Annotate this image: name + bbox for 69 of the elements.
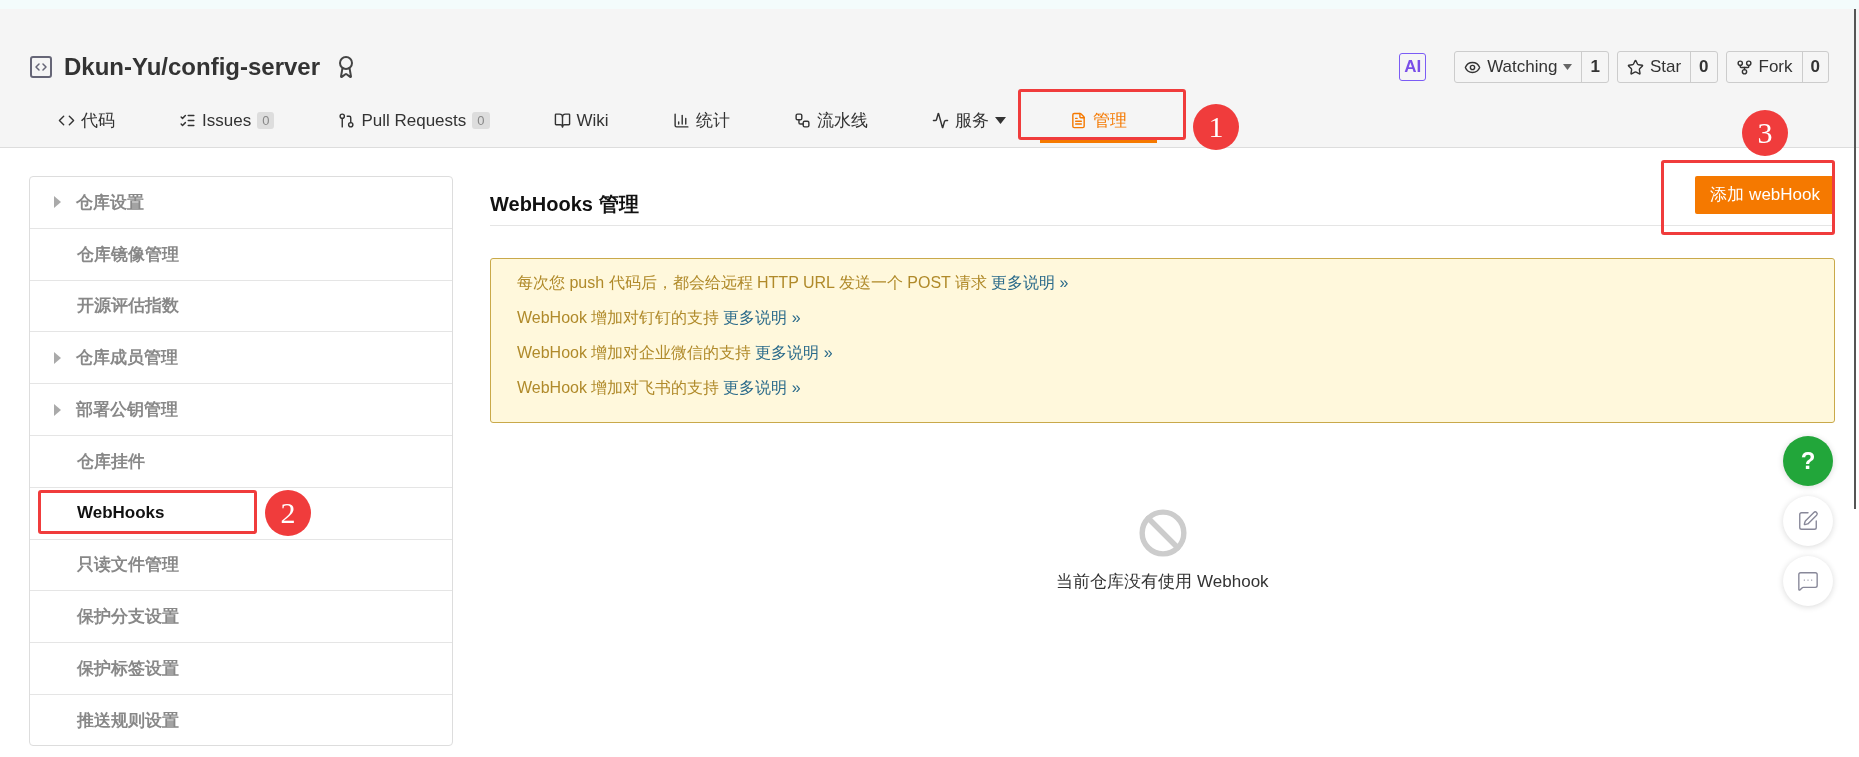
notice-text: WebHook 增加对飞书的支持: [517, 378, 720, 398]
ai-button[interactable]: AI: [1399, 53, 1427, 81]
tab-label: Pull Requests: [361, 110, 467, 131]
caret-icon: [54, 403, 61, 416]
action-label: Star: [1649, 57, 1682, 77]
action-label: Fork: [1758, 57, 1793, 77]
edit-button[interactable]: [1783, 496, 1833, 546]
document-icon: [1069, 112, 1087, 129]
more-info-link[interactable]: 更多说明 »: [723, 308, 801, 329]
action-label: Watching: [1487, 57, 1558, 77]
nav-tab[interactable]: 统计: [662, 101, 740, 143]
action-count: 0: [1690, 52, 1717, 82]
book-icon: [553, 112, 571, 129]
edit-icon: [1797, 510, 1819, 532]
notice-text: 每次您 push 代码后，都会给远程 HTTP URL 发送一个 POST 请求: [517, 273, 987, 293]
checklist-icon: [179, 112, 196, 129]
notice-text: WebHook 增加对钉钉的支持: [517, 308, 720, 328]
tab-label: 流水线: [816, 110, 868, 132]
watch-button[interactable]: Watching 1: [1454, 51, 1609, 83]
fork-button[interactable]: Fork 0: [1725, 51, 1829, 83]
nav-tab[interactable]: Wiki: [543, 101, 619, 143]
section-heading: WebHooks 管理: [490, 192, 639, 217]
sidebar-item[interactable]: 部署公钥管理: [30, 384, 452, 436]
more-info-link[interactable]: 更多说明 »: [723, 378, 801, 399]
chat-button[interactable]: [1783, 556, 1833, 606]
sidebar-item[interactable]: 仓库挂件: [30, 436, 452, 488]
sidebar-item[interactable]: 只读文件管理: [30, 539, 452, 592]
count-badge: 0: [257, 112, 275, 129]
prohibited-icon: [1137, 508, 1188, 558]
action-count: 0: [1801, 52, 1828, 82]
bar-chart-icon: [672, 112, 690, 129]
help-button[interactable]: ?: [1783, 436, 1833, 486]
tab-label: Issues: [202, 110, 252, 131]
caret-icon: [1563, 64, 1573, 70]
nav-tab[interactable]: 服务: [921, 101, 1016, 143]
empty-message: 当前仓库没有使用 Webhook: [1056, 571, 1269, 593]
tab-label: 管理: [1092, 110, 1127, 132]
nav-tab[interactable]: Issues 0: [169, 101, 285, 143]
sidebar-item[interactable]: 保护标签设置: [30, 643, 452, 695]
caret-icon: [54, 196, 61, 209]
tab-label: Wiki: [576, 110, 609, 131]
tab-label: 代码: [81, 110, 115, 132]
tab-label: 统计: [695, 110, 730, 132]
pull-request-icon: [338, 112, 356, 129]
caret-icon: [54, 351, 61, 364]
star-icon: [1626, 58, 1644, 76]
repo-title[interactable]: Dkun-Yu/config-server: [64, 53, 321, 81]
tab-label: 服务: [954, 110, 989, 132]
sidebar-item[interactable]: 仓库成员管理: [30, 332, 452, 385]
workflow-icon: [793, 112, 811, 129]
more-info-link[interactable]: 更多说明 »: [755, 343, 833, 364]
sidebar-item[interactable]: 开源评估指数: [30, 280, 452, 333]
sidebar-item[interactable]: 仓库镜像管理: [30, 228, 452, 281]
sidebar-item[interactable]: 保护分支设置: [30, 591, 452, 644]
sidebar-item[interactable]: 仓库设置: [30, 177, 452, 229]
more-info-link[interactable]: 更多说明 »: [991, 273, 1069, 294]
repo-icon: [30, 56, 52, 78]
nav-tab[interactable]: 代码: [48, 101, 125, 143]
fork-icon: [1735, 58, 1753, 76]
step-number: 2: [265, 490, 311, 536]
pulse-icon: [931, 112, 949, 129]
action-count: 1: [1581, 52, 1608, 82]
star-button[interactable]: Star 0: [1616, 51, 1718, 83]
sidebar-item[interactable]: 推送规则设置: [30, 694, 452, 747]
notice-text: WebHook 增加对企业微信的支持: [517, 343, 752, 363]
nav-tab[interactable]: Pull Requests 0: [328, 101, 500, 143]
nav-tab[interactable]: 流水线: [783, 101, 878, 143]
count-badge: 0: [472, 112, 490, 129]
chat-icon: [1797, 570, 1819, 592]
